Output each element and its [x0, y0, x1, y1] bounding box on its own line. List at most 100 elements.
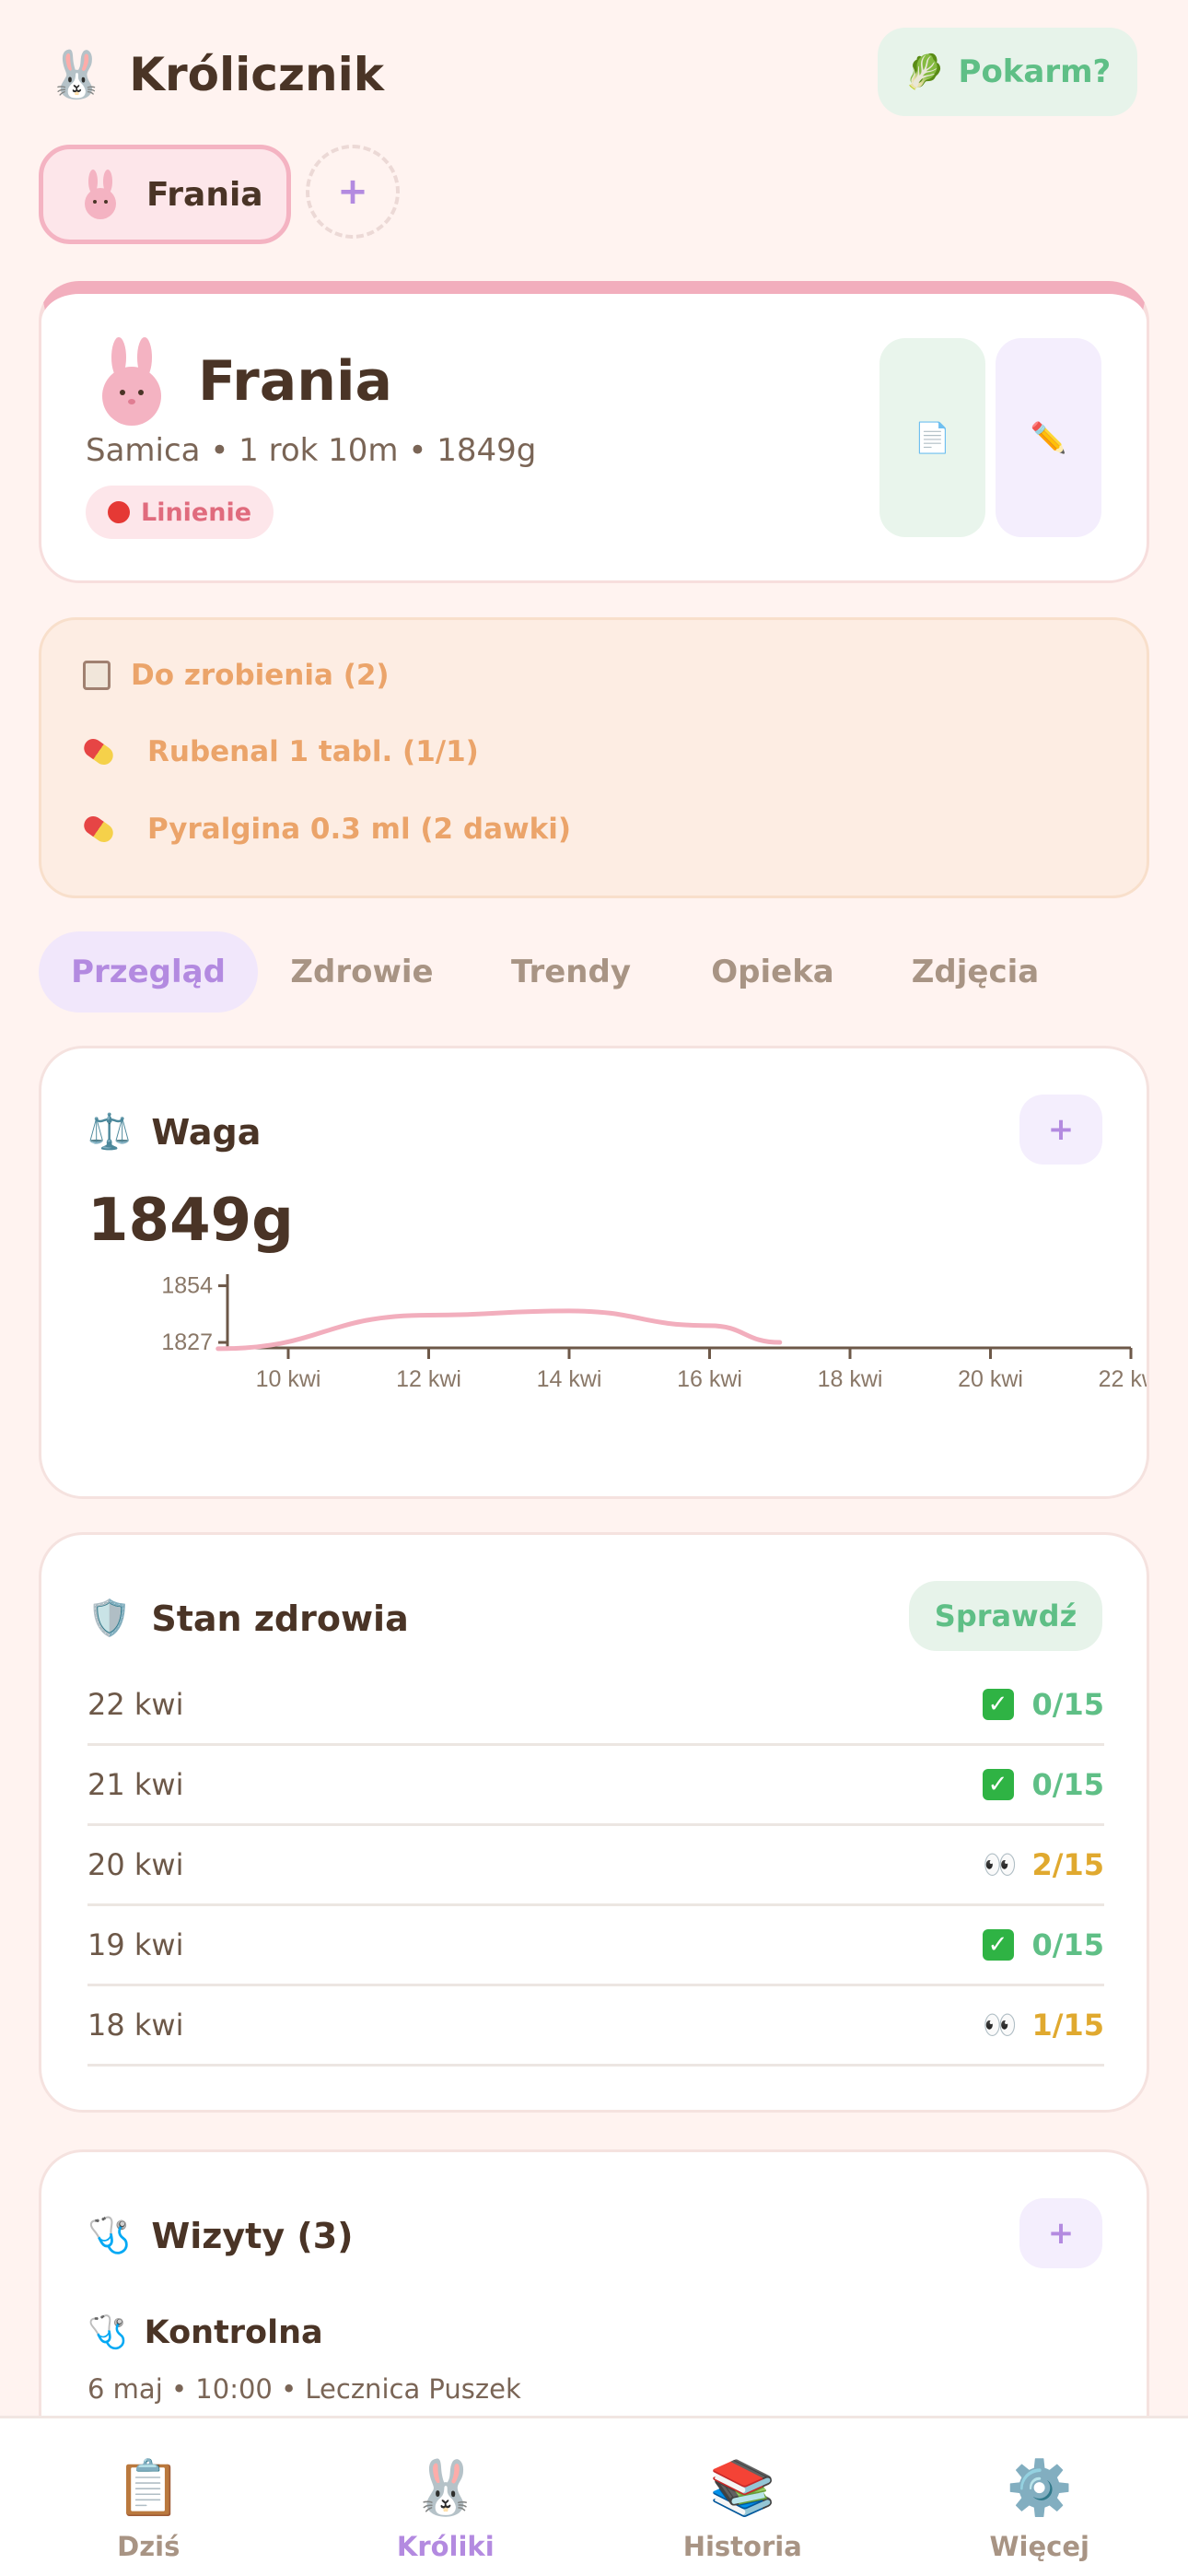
health-row-score: ✓ 0/15 [982, 1767, 1104, 1802]
health-title: 🛡️ Stan zdrowia [87, 1598, 409, 1639]
nav-item-dzis[interactable]: 📋 Dziś [0, 2418, 297, 2576]
weight-series-line [215, 1308, 783, 1352]
shield-icon: 🛡️ [87, 1598, 132, 1638]
eyes-icon: 👀 [983, 2008, 1017, 2042]
nav-label: Historia [682, 2531, 802, 2562]
visits-title-text: Wizyty (3) [151, 2215, 354, 2256]
health-row-score-value: 1/15 [1031, 2008, 1104, 2043]
section-tabs: Przegląd Zdrowie Trendy Opieka Zdjęcia [39, 931, 1149, 1013]
visit-item[interactable]: 🩺 Kontrolna [87, 2313, 323, 2352]
health-row-date: 18 kwi [87, 2008, 184, 2043]
health-row-score-value: 0/15 [1031, 1927, 1104, 1962]
health-row-score: ✓ 0/15 [982, 1927, 1104, 1962]
health-row[interactable]: 22 kwi ✓ 0/15 [87, 1666, 1104, 1746]
eyes-icon: 👀 [983, 1848, 1017, 1881]
todo-item[interactable]: Rubenal 1 tabl. (1/1) [80, 735, 479, 768]
health-card: 🛡️ Stan zdrowia Sprawdź 22 kwi ✓ 0/15 21… [39, 1532, 1149, 2113]
app-title: Królicznik [129, 48, 385, 101]
tab-przeglad[interactable]: Przegląd [39, 931, 258, 1013]
nav-label: Więcej [989, 2531, 1089, 2562]
status-badge-label: Linienie [141, 498, 252, 527]
food-check-button[interactable]: 🥬 Pokarm? [878, 28, 1137, 116]
rabbit-avatar-icon [102, 337, 161, 426]
health-row-score: ✓ 0/15 [982, 1687, 1104, 1722]
tab-opieka[interactable]: Opieka [676, 931, 869, 1013]
x-tick-label: 20 kwi [958, 1366, 1023, 1392]
rabbit-chip-frania[interactable]: Frania [39, 145, 291, 244]
leafy-green-icon: 🥬 [903, 53, 946, 91]
health-row-date: 20 kwi [87, 1847, 184, 1882]
nav-item-wiecej[interactable]: ⚙️ Więcej [891, 2418, 1188, 2576]
clipboard-icon: 📋 [115, 2456, 182, 2519]
rabbit-face-icon: 🐰 [412, 2456, 479, 2519]
nav-item-kroliki[interactable]: 🐰 Króliki [297, 2418, 595, 2576]
rabbit-icon [85, 170, 116, 219]
app-header: 🐰 Królicznik [48, 48, 384, 101]
health-check-button[interactable]: Sprawdź [909, 1581, 1102, 1651]
document-icon: 📄 [914, 420, 951, 455]
stethoscope-icon: 🩺 [87, 2215, 132, 2255]
stethoscope-icon: 🩺 [87, 2314, 128, 2351]
edit-button[interactable]: ✏️ [996, 338, 1101, 537]
todo-item-text: Rubenal 1 tabl. (1/1) [147, 735, 479, 768]
clipboard-icon [83, 661, 111, 690]
weight-chart: 1854 1827 10 kwi 12 kwi 14 kwi 16 kwi 18 kwi 20… [161, 1273, 1147, 1392]
x-tick-label: 14 kwi [537, 1366, 602, 1392]
x-tick-label: 18 kwi [818, 1366, 883, 1392]
bottom-nav: 📋 Dziś 🐰 Króliki 📚 Historia ⚙️ Więcej [0, 2416, 1188, 2576]
y-tick-label: 1854 [161, 1273, 213, 1299]
x-tick-label: 22 kwi [1099, 1366, 1147, 1392]
document-button[interactable]: 📄 [879, 338, 985, 537]
gear-icon: ⚙️ [1006, 2456, 1073, 2519]
nav-label: Dziś [117, 2531, 181, 2562]
rabbit-chip-label: Frania [146, 175, 263, 214]
check-mark-icon: ✓ [982, 1769, 1014, 1800]
current-weight: 1849g [87, 1187, 294, 1255]
todo-item[interactable]: Pyralgina 0.3 ml (2 dawki) [80, 813, 572, 846]
health-row-score: 👀 1/15 [983, 2008, 1104, 2043]
nav-label: Króliki [396, 2531, 495, 2562]
x-tick-label: 10 kwi [256, 1366, 321, 1392]
health-row[interactable]: 21 kwi ✓ 0/15 [87, 1746, 1104, 1826]
visit-name: Kontrolna [144, 2313, 323, 2351]
health-row-score: 👀 2/15 [983, 1847, 1104, 1882]
nav-item-historia[interactable]: 📚 Historia [594, 2418, 891, 2576]
status-badge: Linienie [86, 486, 274, 539]
red-circle-icon [108, 501, 130, 523]
add-visit-button[interactable]: + [1019, 2198, 1102, 2268]
add-rabbit-button[interactable]: + [306, 145, 400, 239]
todo-item-text: Pyralgina 0.3 ml (2 dawki) [147, 813, 572, 846]
pill-icon [80, 813, 117, 846]
health-title-text: Stan zdrowia [151, 1598, 409, 1639]
health-row[interactable]: 20 kwi 👀 2/15 [87, 1826, 1104, 1906]
health-row-score-value: 0/15 [1031, 1687, 1104, 1722]
todo-card: Do zrobienia (2) Rubenal 1 tabl. (1/1) P… [39, 617, 1149, 898]
rabbit-meta: Samica • 1 rok 10m • 1849g [86, 432, 537, 469]
rabbit-profile-card: Frania Samica • 1 rok 10m • 1849g Linien… [39, 281, 1149, 583]
pencil-icon: ✏️ [1030, 420, 1067, 455]
health-row-score-value: 2/15 [1031, 1847, 1104, 1882]
visits-title: 🩺 Wizyty (3) [87, 2215, 354, 2256]
food-check-label: Pokarm? [958, 53, 1112, 90]
tab-zdjecia[interactable]: Zdjęcia [869, 931, 1081, 1013]
pill-icon [80, 735, 117, 768]
balance-scale-icon: ⚖️ [87, 1111, 132, 1152]
tab-trendy[interactable]: Trendy [466, 931, 676, 1013]
tab-zdrowie[interactable]: Zdrowie [258, 931, 466, 1013]
weight-title-text: Waga [151, 1111, 262, 1153]
health-row[interactable]: 18 kwi 👀 1/15 [87, 1986, 1104, 2067]
health-row-score-value: 0/15 [1031, 1767, 1104, 1802]
health-row-date: 22 kwi [87, 1687, 184, 1722]
check-mark-icon: ✓ [982, 1929, 1014, 1961]
todo-title: Do zrobienia (2) [83, 659, 390, 692]
add-weight-button[interactable]: + [1019, 1095, 1102, 1165]
rabbit-name: Frania [198, 349, 392, 414]
weight-title: ⚖️ Waga [87, 1111, 261, 1153]
weight-card: ⚖️ Waga + 1849g 1854 1827 10 kwi 12 kwi 14 k… [39, 1046, 1149, 1499]
health-row[interactable]: 19 kwi ✓ 0/15 [87, 1906, 1104, 1986]
check-mark-icon: ✓ [982, 1689, 1014, 1720]
visit-meta: 6 maj • 10:00 • Lecznica Puszek [87, 2373, 521, 2405]
books-icon: 📚 [709, 2456, 776, 2519]
rabbit-face-icon: 🐰 [48, 48, 106, 101]
y-tick-label: 1827 [161, 1329, 213, 1355]
